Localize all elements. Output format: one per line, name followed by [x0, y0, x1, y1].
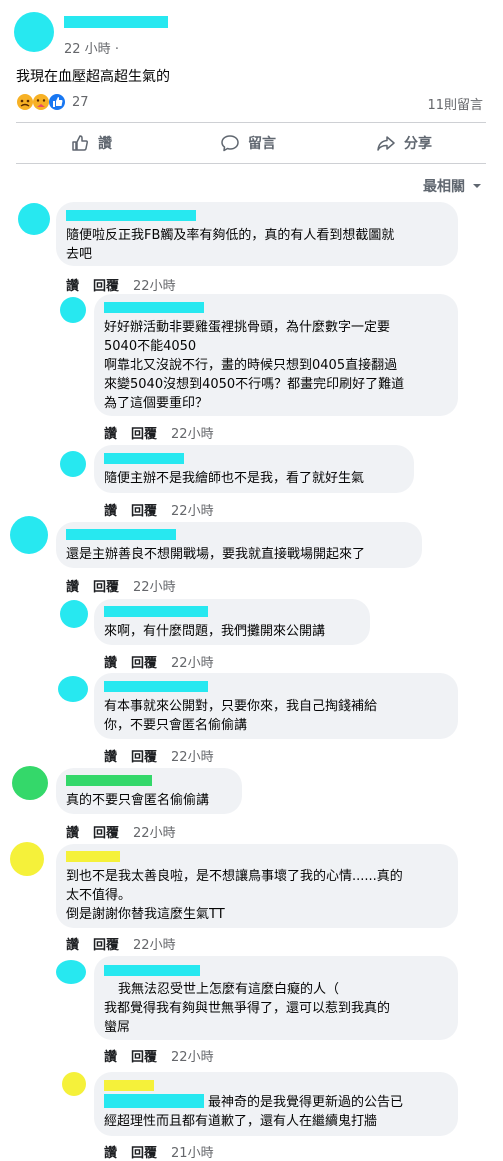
sort-dropdown[interactable]: 最相關 — [423, 176, 483, 196]
comment-reply-link[interactable]: 回覆 — [93, 576, 119, 595]
post-author-avatar[interactable] — [14, 12, 54, 52]
comment-timestamp[interactable]: 22小時 — [171, 746, 214, 765]
reply-avatar[interactable] — [58, 676, 88, 702]
commenter-name-redacted[interactable] — [104, 681, 208, 692]
reply-avatar[interactable] — [62, 1072, 86, 1096]
comment-actions: 讚 回覆 22小時 — [66, 934, 176, 953]
comment-actions: 讚 回覆 22小時 — [66, 576, 176, 595]
comment-bubble: 真的不要只會匿名偷偷講 — [56, 768, 242, 814]
comment-timestamp[interactable]: 21小時 — [171, 1142, 214, 1161]
comment-bubble: 還是主辦善良不想開戰場，要我就直接戰場開起來了 — [56, 522, 422, 568]
comment-like-link[interactable]: 讚 — [66, 576, 79, 595]
reply-bubble: 我無法忍受世上怎麼有這麼白癡的人（ 我都覺得我有夠與世無爭得了，還可以惹到我真的… — [94, 956, 458, 1040]
commenter-name-redacted[interactable] — [66, 210, 196, 221]
commenter-avatar[interactable] — [10, 842, 44, 876]
comment-text: 我無法忍受世上怎麼有這麼白癡的人（ 我都覺得我有夠與世無爭得了，還可以惹到我真的… — [104, 982, 391, 1035]
reply-avatar[interactable] — [60, 600, 88, 628]
post-author-name-redacted[interactable] — [64, 16, 168, 28]
comment-text: 有本事就來公開對，只要你來，我自己掏錢補給 你，不要只會匿名偷偷講 — [104, 699, 378, 733]
comment-actions: 讚 回覆 22小時 — [66, 275, 176, 294]
comment-like-link[interactable]: 讚 — [66, 822, 79, 841]
post-timestamp[interactable]: 22 小時 · — [64, 38, 119, 57]
comment-actions: 讚 回覆 21小時 — [104, 1142, 214, 1161]
comment-text: 到也不是我太善良啦，是不想讓鳥事壞了我的心情......真的 太不值得。 倒是謝… — [66, 869, 403, 922]
commenter-name-redacted[interactable] — [104, 302, 204, 313]
comment-text: 隨便主辦不是我繪師也不是我，看了就好生氣 — [104, 471, 365, 486]
comment-text: 隨便啦反正我FB觸及率有夠低的，真的有人看到想截圖就 去吧 — [66, 228, 395, 262]
comment-bubble: 到也不是我太善良啦，是不想讓鳥事壞了我的心情......真的 太不值得。 倒是謝… — [56, 844, 458, 928]
reply-bubble: 最神奇的是我覺得更新過的公告已 經超理性而且都有道歉了，還有人在繼續鬼打牆 — [94, 1072, 458, 1136]
comment-like-link[interactable]: 讚 — [104, 746, 117, 765]
reply-bubble: 有本事就來公開對，只要你來，我自己掏錢補給 你，不要只會匿名偷偷講 — [94, 673, 458, 739]
post-text: 我現在血壓超高超生氣的 — [16, 69, 170, 85]
comment-reply-link[interactable]: 回覆 — [93, 822, 119, 841]
reply-avatar[interactable] — [60, 297, 86, 323]
like-button[interactable]: 讚 — [70, 133, 112, 153]
comments-count[interactable]: 11則留言 — [427, 94, 483, 113]
comment-timestamp[interactable]: 22小時 — [133, 822, 176, 841]
commenter-name-redacted[interactable] — [104, 453, 184, 464]
comment-text: 來啊，有什麼問題，我們攤開來公開講 — [104, 624, 326, 639]
commenter-name-redacted[interactable] — [104, 965, 200, 976]
comment-timestamp[interactable]: 22小時 — [171, 423, 214, 442]
comment-actions: 讚 回覆 22小時 — [104, 1046, 214, 1065]
reply-bubble: 好好辦活動非要雞蛋裡挑骨頭，為什麼數字一定要 5040不能4050 啊靠北又沒說… — [94, 294, 458, 416]
reactions-summary[interactable]: 27 — [16, 93, 89, 111]
chevron-down-icon — [473, 184, 481, 188]
comment-button[interactable]: 留言 — [220, 133, 276, 153]
comment-like-link[interactable]: 讚 — [104, 1142, 117, 1161]
comment-text: 最神奇的是我覺得更新過的公告已 經超理性而且都有道歉了，還有人在繼續鬼打牆 — [104, 1095, 404, 1129]
comment-bubble: 隨便啦反正我FB觸及率有夠低的，真的有人看到想截圖就 去吧 — [56, 202, 458, 266]
reply-avatar[interactable] — [56, 960, 86, 984]
reply-bubble: 來啊，有什麼問題，我們攤開來公開講 — [94, 599, 370, 645]
like-icon — [72, 135, 88, 151]
comment-like-link[interactable]: 讚 — [104, 1046, 117, 1065]
comment-timestamp[interactable]: 22小時 — [171, 652, 214, 671]
comment-like-link[interactable]: 讚 — [104, 652, 117, 671]
reaction-count: 27 — [72, 94, 89, 110]
reply-bubble: 隨便主辦不是我繪師也不是我，看了就好生氣 — [94, 445, 414, 493]
comment-actions: 讚 回覆 22小時 — [104, 423, 214, 442]
commenter-avatar[interactable] — [12, 766, 48, 800]
commenter-avatar[interactable] — [10, 516, 48, 554]
share-button[interactable]: 分享 — [376, 133, 432, 153]
commenter-name-redacted[interactable] — [66, 529, 176, 540]
comment-timestamp[interactable]: 22小時 — [171, 500, 214, 519]
comment-timestamp[interactable]: 22小時 — [133, 275, 176, 294]
comment-like-link[interactable]: 讚 — [66, 275, 79, 294]
comment-timestamp[interactable]: 22小時 — [133, 934, 176, 953]
comment-reply-link[interactable]: 回覆 — [93, 934, 119, 953]
commenter-name-redacted[interactable] — [66, 775, 152, 786]
comment-reply-link[interactable]: 回覆 — [131, 423, 157, 442]
comment-like-link[interactable]: 讚 — [104, 500, 117, 519]
comment-reply-link[interactable]: 回覆 — [93, 275, 119, 294]
comment-icon — [221, 135, 239, 152]
comment-timestamp[interactable]: 22小時 — [133, 576, 176, 595]
comment-text: 還是主辦善良不想開戰場，要我就直接戰場開起來了 — [66, 547, 366, 562]
commenter-name-redacted[interactable] — [104, 606, 208, 617]
comment-like-link[interactable]: 讚 — [66, 934, 79, 953]
comment-actions: 讚 回覆 22小時 — [104, 500, 214, 519]
comment-actions: 讚 回覆 22小時 — [104, 652, 214, 671]
divider-top — [16, 122, 486, 123]
like-reaction-icon — [49, 94, 65, 110]
comment-text: 好好辦活動非要雞蛋裡挑骨頭，為什麼數字一定要 5040不能4050 啊靠北又沒說… — [104, 320, 405, 411]
reply-avatar[interactable] — [60, 451, 86, 477]
comment-actions: 讚 回覆 22小時 — [104, 746, 214, 765]
comment-reply-link[interactable]: 回覆 — [131, 746, 157, 765]
comment-text: 真的不要只會匿名偷偷講 — [66, 793, 210, 808]
comment-reply-link[interactable]: 回覆 — [131, 500, 157, 519]
comment-actions: 讚 回覆 22小時 — [66, 822, 176, 841]
share-icon — [377, 136, 395, 151]
commenter-avatar[interactable] — [18, 203, 50, 235]
commenter-name-redacted[interactable] — [104, 1080, 154, 1091]
comment-timestamp[interactable]: 22小時 — [171, 1046, 214, 1065]
divider-bottom — [16, 163, 486, 164]
commenter-name-redacted[interactable] — [66, 851, 120, 862]
comment-reply-link[interactable]: 回覆 — [131, 1142, 157, 1161]
comment-like-link[interactable]: 讚 — [104, 423, 117, 442]
comment-reply-link[interactable]: 回覆 — [131, 652, 157, 671]
comment-reply-link[interactable]: 回覆 — [131, 1046, 157, 1065]
